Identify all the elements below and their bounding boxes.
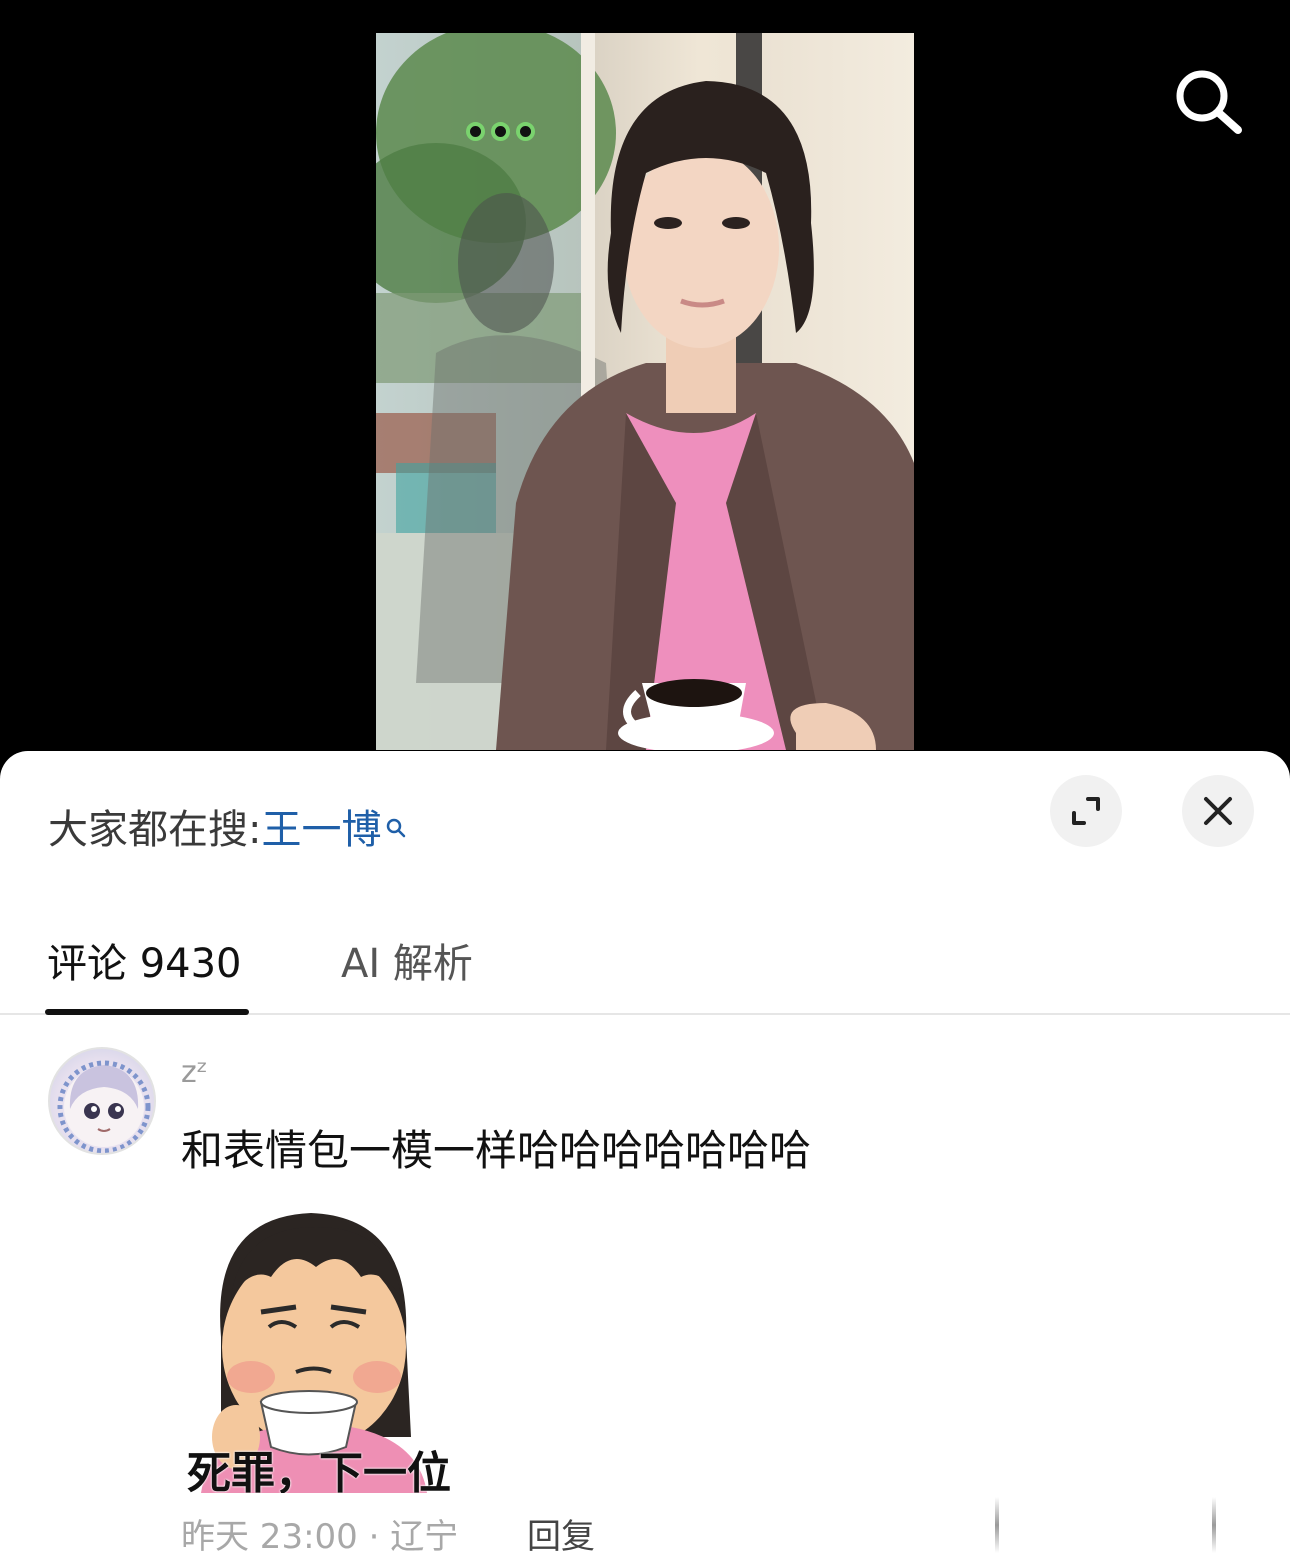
sticker-caption: 死罪，下一位 <box>187 1448 451 1493</box>
dot-icon <box>516 122 535 141</box>
search-button[interactable] <box>1168 62 1248 142</box>
tab-ai-analysis[interactable]: AI 解析 <box>341 931 473 989</box>
comment-username[interactable]: zᶻ <box>181 1055 208 1090</box>
divider-mark <box>995 1497 999 1553</box>
tab-comments[interactable]: 评论 9430 <box>47 931 242 989</box>
more-options-dots[interactable] <box>466 122 535 141</box>
comment-time-location: 昨天 23:00 · 辽宁 <box>181 1517 459 1557</box>
close-button[interactable] <box>1182 775 1254 847</box>
hot-search-prefix: 大家都在搜: <box>48 807 262 853</box>
hot-search-bar[interactable]: 大家都在搜:王一博 <box>48 797 407 855</box>
dot-icon <box>491 122 510 141</box>
small-search-icon <box>385 803 407 849</box>
video-still-image <box>376 33 914 750</box>
comment-text: 和表情包一模一样哈哈哈哈哈哈哈 <box>181 1126 812 1175</box>
tab-bar: 评论 9430 AI 解析 <box>0 911 1290 1015</box>
dot-icon <box>466 122 485 141</box>
close-icon <box>1204 797 1232 825</box>
hot-search-keyword[interactable]: 王一博 <box>261 807 381 853</box>
sticker-image[interactable]: 死罪，下一位 <box>181 1187 481 1493</box>
divider-mark <box>1212 1497 1216 1553</box>
expand-button[interactable] <box>1050 775 1122 847</box>
search-icon <box>1176 70 1242 134</box>
video-player[interactable] <box>0 0 1290 760</box>
avatar-image <box>57 1060 151 1153</box>
reply-button[interactable]: 回复 <box>527 1509 595 1558</box>
active-tab-indicator <box>45 1009 249 1015</box>
video-frame[interactable] <box>376 33 914 750</box>
avatar[interactable] <box>48 1047 156 1155</box>
expand-icon <box>1072 797 1100 825</box>
comment-item: zᶻ 和表情包一模一样哈哈哈哈哈哈哈 死罪，下一位 昨天 23:00 · 辽宁 … <box>0 1017 1290 1567</box>
comments-sheet: 大家都在搜:王一博 评论 9430 AI 解析 zᶻ 和表情包一模一样哈哈哈哈哈… <box>0 751 1290 1567</box>
